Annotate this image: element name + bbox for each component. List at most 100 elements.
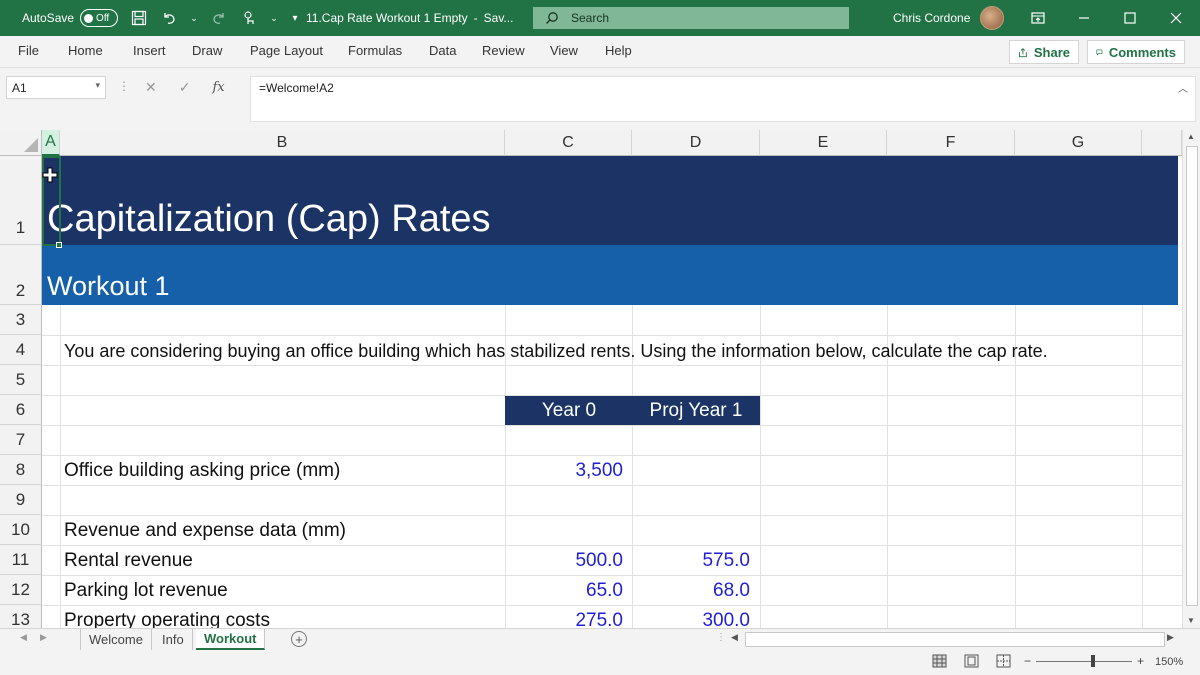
column-header-a[interactable]: A bbox=[42, 130, 60, 156]
zoom-in-icon[interactable]: + bbox=[1137, 654, 1144, 668]
row-header-1[interactable]: 1 bbox=[0, 156, 42, 245]
tab-view[interactable]: View bbox=[550, 43, 578, 58]
zoom-slider-thumb[interactable] bbox=[1091, 655, 1095, 667]
sheet-subtitle[interactable]: Workout 1 bbox=[47, 266, 170, 306]
header-proj-year-1[interactable]: Proj Year 1 bbox=[632, 396, 760, 425]
minimize-icon[interactable] bbox=[1072, 6, 1096, 30]
row-header-9[interactable]: 9 bbox=[0, 485, 42, 515]
sheet-tab-workout[interactable]: Workout bbox=[196, 629, 266, 650]
normal-view-icon[interactable] bbox=[932, 654, 947, 671]
row-header-7[interactable]: 7 bbox=[0, 425, 42, 455]
zoom-level[interactable]: 150% bbox=[1155, 656, 1183, 668]
line-item-year1[interactable]: 300.0 bbox=[632, 606, 750, 629]
ribbon-display-options-icon[interactable] bbox=[1026, 6, 1050, 30]
name-box[interactable]: A1 ▾ bbox=[6, 76, 106, 99]
avatar[interactable] bbox=[980, 6, 1005, 30]
select-all-corner[interactable] bbox=[0, 130, 42, 156]
zoom-out-icon[interactable]: − bbox=[1024, 654, 1031, 668]
column-header-b[interactable]: B bbox=[60, 130, 505, 156]
row-header-5[interactable]: 5 bbox=[0, 365, 42, 395]
collapse-formula-bar-icon[interactable]: ︿ bbox=[1178, 80, 1188, 95]
undo-icon[interactable] bbox=[160, 9, 178, 27]
asking-price-label[interactable]: Office building asking price (mm) bbox=[64, 456, 340, 485]
search-box[interactable]: Search bbox=[533, 7, 849, 29]
tab-review[interactable]: Review bbox=[482, 43, 525, 58]
tab-draw[interactable]: Draw bbox=[192, 43, 222, 58]
header-year-0[interactable]: Year 0 bbox=[505, 396, 633, 425]
row-header-12[interactable]: 12 bbox=[0, 575, 42, 605]
undo-dropdown-icon[interactable]: ⌄ bbox=[190, 9, 198, 27]
tab-page-layout[interactable]: Page Layout bbox=[250, 43, 323, 58]
rev-exp-label[interactable]: Revenue and expense data (mm) bbox=[64, 516, 346, 545]
formula-input[interactable]: =Welcome!A2 bbox=[250, 76, 1196, 122]
autosave-control[interactable]: AutoSave Off bbox=[22, 0, 119, 36]
column-header-next[interactable] bbox=[1142, 130, 1182, 156]
column-header-e[interactable]: E bbox=[760, 130, 887, 156]
horizontal-scrollbar[interactable] bbox=[745, 632, 1165, 647]
tab-help[interactable]: Help bbox=[605, 43, 632, 58]
scroll-down-icon[interactable]: ▼ bbox=[1187, 616, 1195, 625]
next-sheet-icon[interactable]: ▶ bbox=[40, 632, 47, 643]
save-icon[interactable] bbox=[130, 9, 148, 27]
tab-formulas[interactable]: Formulas bbox=[348, 43, 402, 58]
close-icon[interactable] bbox=[1164, 6, 1188, 30]
row-header-13[interactable]: 13 bbox=[0, 605, 42, 628]
column-header-c[interactable]: C bbox=[505, 130, 632, 156]
row-header-2[interactable]: 2 bbox=[0, 245, 42, 305]
tab-insert[interactable]: Insert bbox=[133, 43, 166, 58]
tab-split-grip-icon[interactable]: ⋮ bbox=[716, 632, 726, 643]
touch-mode-icon[interactable] bbox=[240, 9, 258, 27]
cancel-entry-icon[interactable]: ✕ bbox=[145, 79, 157, 96]
column-header-d[interactable]: D bbox=[632, 130, 760, 156]
add-sheet-icon[interactable]: + bbox=[291, 631, 307, 647]
asking-price-value[interactable]: 3,500 bbox=[505, 456, 623, 485]
touch-dropdown-icon[interactable]: ⌄ bbox=[270, 9, 278, 27]
instructions-text[interactable]: You are considering buying an office bui… bbox=[64, 337, 1048, 365]
column-header-g[interactable]: G bbox=[1015, 130, 1142, 156]
sheet-title[interactable]: Capitalization (Cap) Rates bbox=[47, 193, 491, 245]
row-header-8[interactable]: 8 bbox=[0, 455, 42, 485]
customize-toolbar-icon[interactable]: ▾ bbox=[290, 9, 300, 27]
line-item-year0[interactable]: 500.0 bbox=[505, 546, 623, 575]
vertical-scrollbar[interactable]: ▲ ▼ bbox=[1182, 130, 1200, 628]
page-break-view-icon[interactable] bbox=[996, 654, 1011, 671]
row-header-3[interactable]: 3 bbox=[0, 305, 42, 335]
autosave-toggle[interactable]: Off bbox=[80, 9, 119, 27]
line-item-year1[interactable]: 575.0 bbox=[632, 546, 750, 575]
sheet-tab-info[interactable]: Info bbox=[154, 629, 193, 650]
scroll-right-icon[interactable]: ▶ bbox=[1167, 632, 1174, 643]
line-item-year1[interactable]: 68.0 bbox=[632, 576, 750, 605]
fill-handle[interactable] bbox=[56, 242, 62, 248]
scroll-up-icon[interactable]: ▲ bbox=[1187, 132, 1195, 141]
line-item-year0[interactable]: 275.0 bbox=[505, 606, 623, 629]
row-header-10[interactable]: 10 bbox=[0, 515, 42, 545]
sheet-tab-welcome[interactable]: Welcome bbox=[81, 629, 152, 650]
line-item-year0[interactable]: 65.0 bbox=[505, 576, 623, 605]
comments-button[interactable]: Comments bbox=[1087, 40, 1185, 64]
name-box-value: A1 bbox=[12, 81, 27, 95]
user-name[interactable]: Chris Cordone bbox=[893, 11, 970, 25]
line-item-label[interactable]: Property operating costs bbox=[64, 606, 270, 629]
row-header-4[interactable]: 4 bbox=[0, 335, 42, 365]
tab-home[interactable]: Home bbox=[68, 43, 103, 58]
row-header-6[interactable]: 6 bbox=[0, 395, 42, 425]
chevron-down-icon[interactable]: ▾ bbox=[95, 80, 100, 91]
zoom-slider-track[interactable] bbox=[1036, 661, 1132, 662]
line-item-label[interactable]: Rental revenue bbox=[64, 546, 193, 575]
redo-icon[interactable] bbox=[210, 9, 228, 27]
maximize-icon[interactable] bbox=[1118, 6, 1142, 30]
insert-function-icon[interactable]: fx bbox=[212, 80, 224, 95]
worksheet-grid[interactable]: A B C D E F G 1 2 3 4 5 6 7 8 9 10 11 12… bbox=[0, 130, 1182, 628]
share-button[interactable]: Share bbox=[1009, 40, 1079, 64]
tab-data[interactable]: Data bbox=[429, 43, 456, 58]
tab-file[interactable]: File bbox=[18, 43, 39, 58]
prev-sheet-icon[interactable]: ◀ bbox=[20, 632, 27, 643]
page-layout-view-icon[interactable] bbox=[964, 654, 979, 671]
column-header-f[interactable]: F bbox=[887, 130, 1015, 156]
confirm-entry-icon[interactable]: ✓ bbox=[179, 79, 191, 96]
line-item-label[interactable]: Parking lot revenue bbox=[64, 576, 228, 605]
row-header-11[interactable]: 11 bbox=[0, 545, 42, 575]
scroll-left-icon[interactable]: ◀ bbox=[731, 632, 738, 643]
scroll-thumb[interactable] bbox=[1186, 146, 1198, 606]
subtitle-band bbox=[42, 245, 1178, 305]
